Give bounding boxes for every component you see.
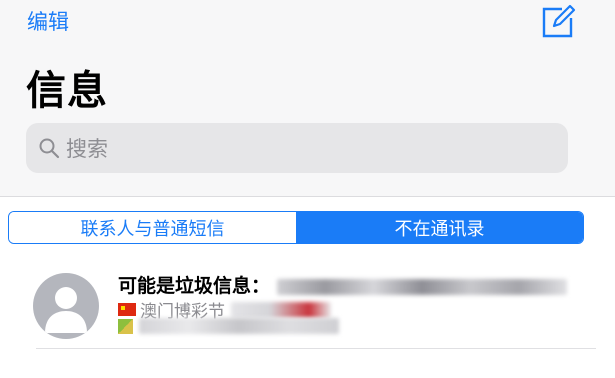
message-list: 可能是垃圾信息： 澳门博彩节 — [0, 261, 615, 378]
edit-button[interactable]: 编辑 — [27, 6, 69, 36]
message-title-text: 可能是垃圾信息： — [118, 275, 271, 297]
redacted-text — [231, 301, 331, 318]
emoji-icon — [118, 318, 133, 334]
person-placeholder-icon — [33, 273, 99, 339]
list-item[interactable]: 可能是垃圾信息： 澳门博彩节 — [0, 261, 615, 349]
compose-icon[interactable] — [540, 4, 576, 40]
search-placeholder: 搜索 — [66, 137, 108, 161]
tab-contacts-and-sms[interactable]: 联系人与普通短信 — [9, 212, 296, 243]
redacted-sender — [276, 278, 567, 295]
tab-unknown-senders[interactable]: 不在通讯录 — [296, 212, 583, 243]
row-divider — [36, 348, 596, 349]
navigation-header: 编辑 信息 搜索 — [0, 0, 615, 200]
page-title: 信息 — [26, 68, 108, 114]
message-preview-line2 — [118, 318, 339, 334]
search-icon — [38, 137, 60, 159]
search-field[interactable]: 搜索 — [26, 123, 568, 173]
flag-icon — [118, 303, 136, 316]
message-title: 可能是垃圾信息： — [118, 271, 567, 298]
redacted-text — [139, 318, 339, 334]
message-filter-segmented-control: 联系人与普通短信 不在通讯录 — [8, 211, 584, 244]
